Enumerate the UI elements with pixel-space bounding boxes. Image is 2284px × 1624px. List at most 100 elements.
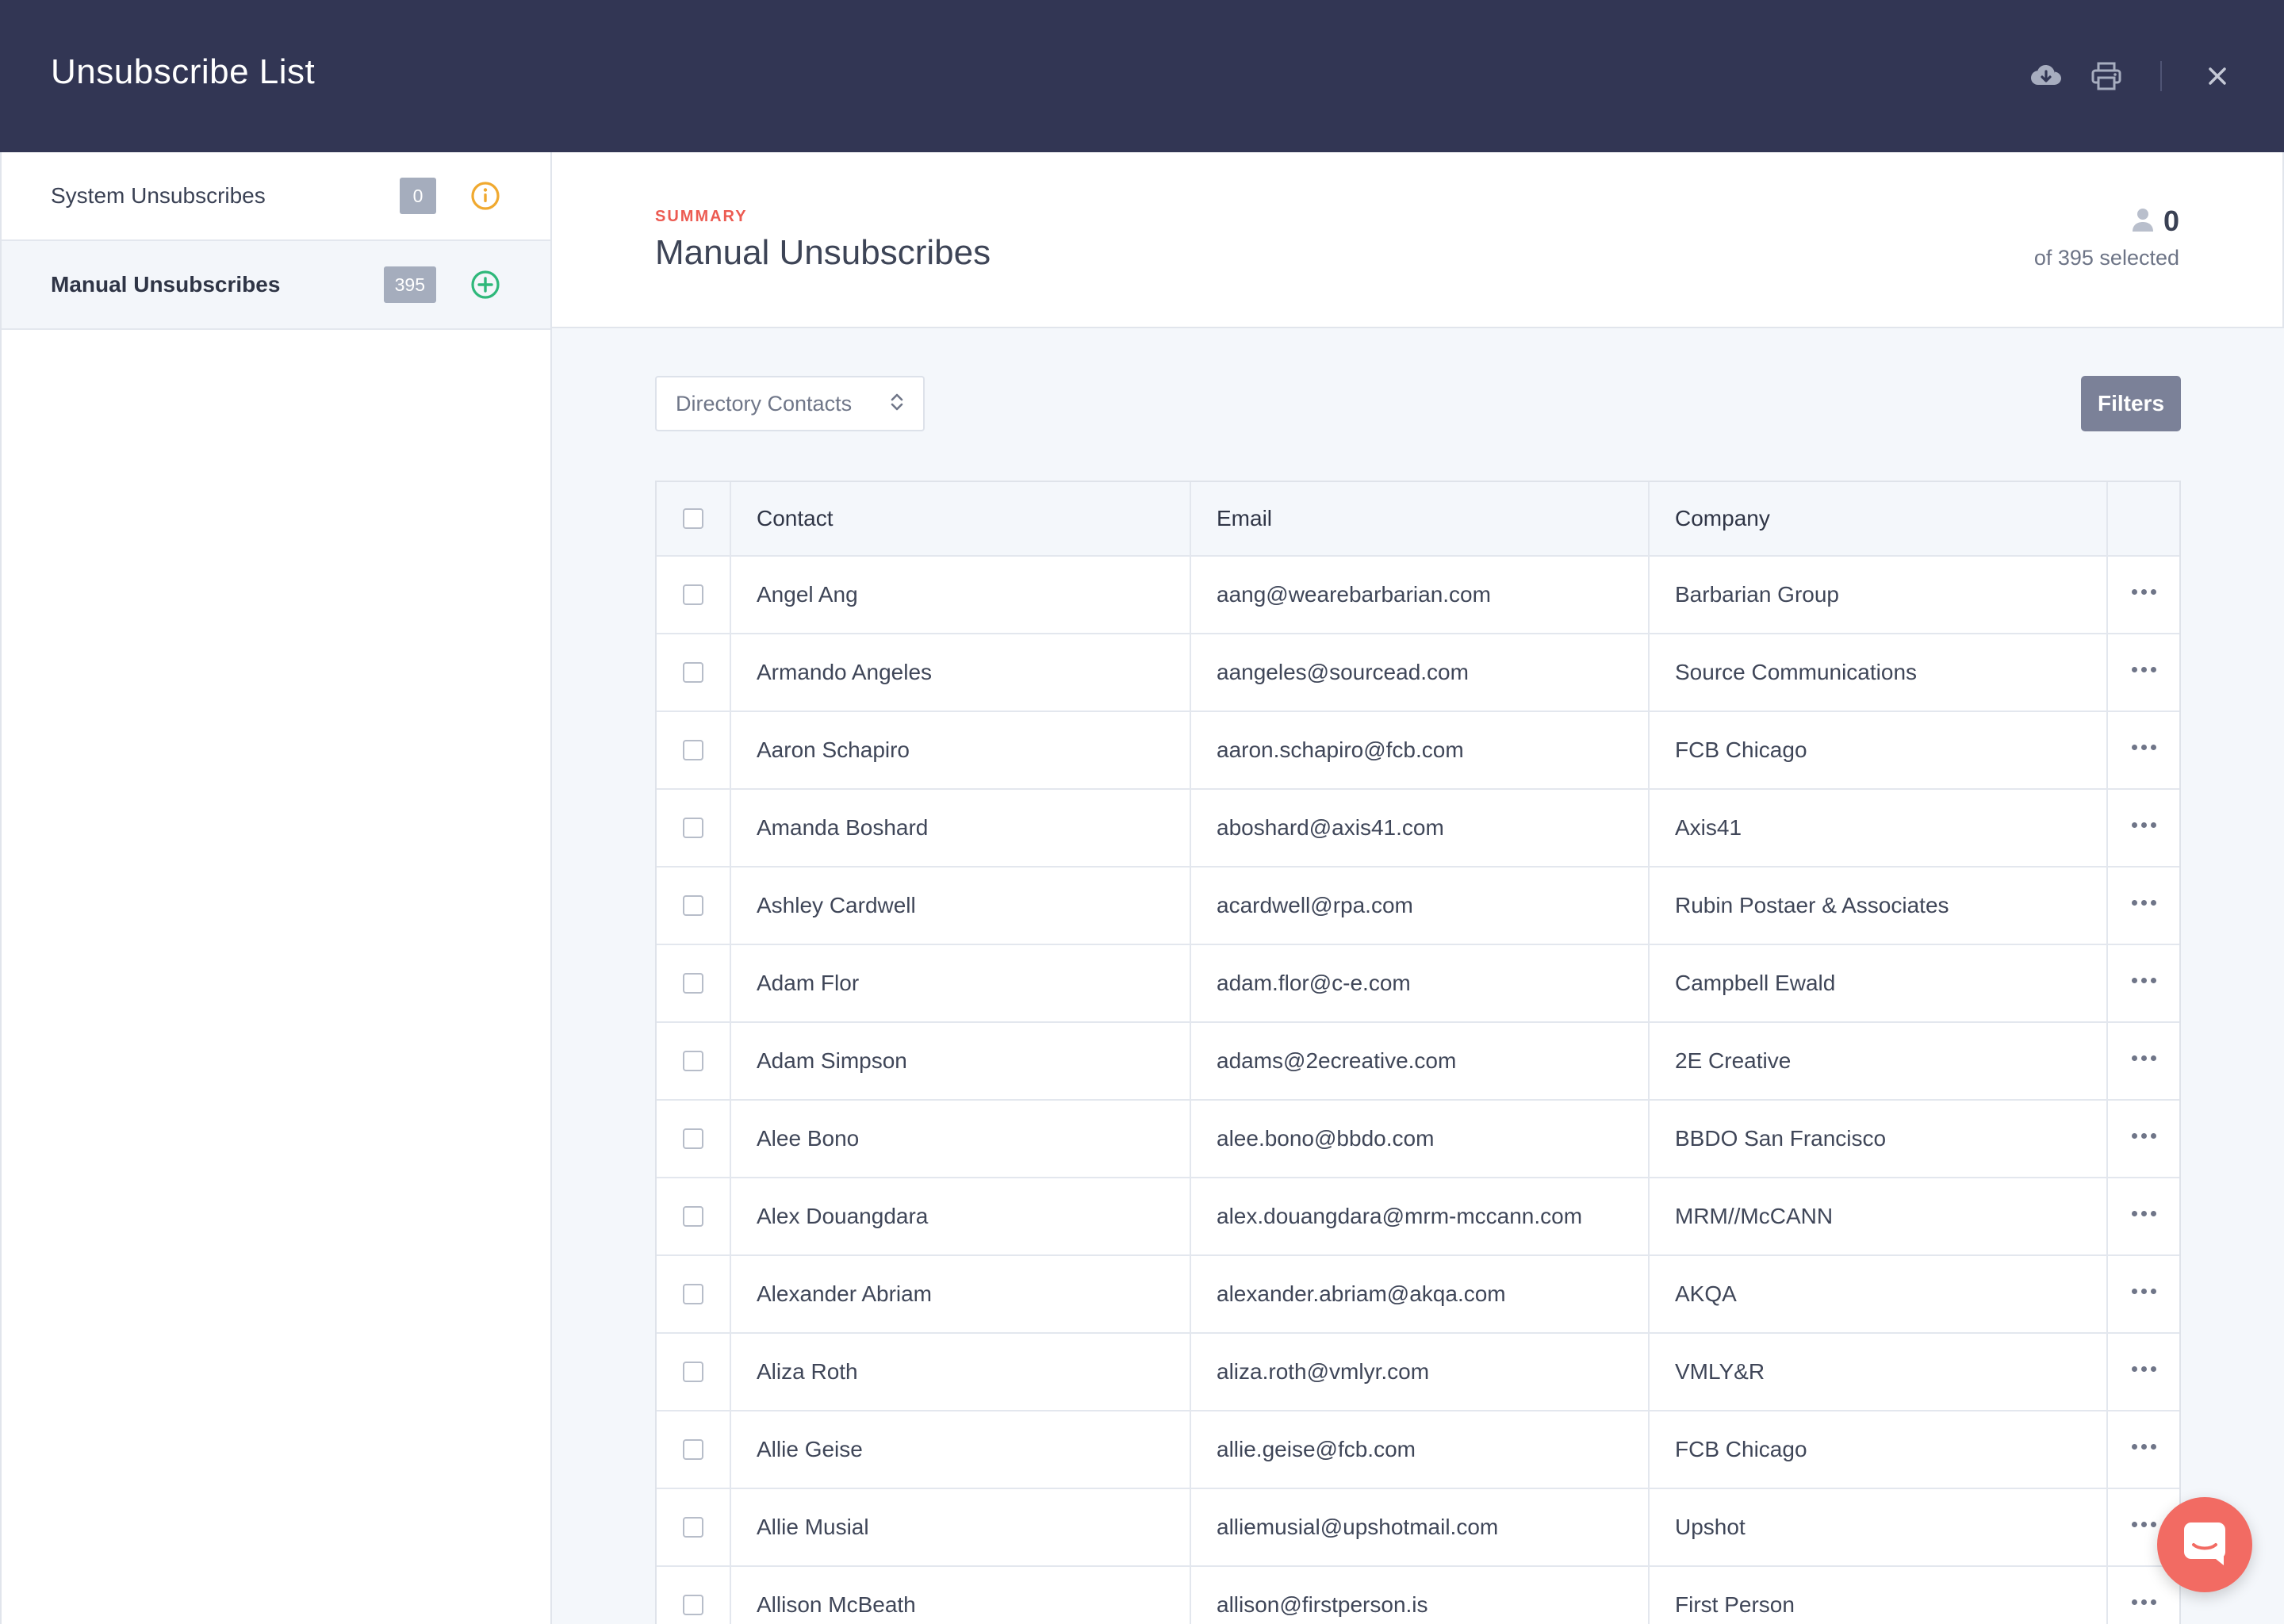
table-row[interactable]: Adam Flor adam.flor@c-e.com Campbell Ewald bbox=[657, 945, 2179, 1023]
user-icon bbox=[2132, 208, 2154, 236]
contact-cell: Alee Bono bbox=[731, 1101, 1191, 1177]
more-options-icon[interactable] bbox=[2131, 822, 2156, 828]
email-cell: allison@firstperson.is bbox=[1191, 1567, 1650, 1624]
close-icon[interactable] bbox=[2198, 57, 2236, 95]
company-cell: 2E Creative bbox=[1650, 1023, 2108, 1099]
table-row[interactable]: Allison McBeath allison@firstperson.is Fir… bbox=[657, 1567, 2179, 1624]
row-checkbox[interactable] bbox=[683, 1595, 703, 1615]
company-cell: Barbarian Group bbox=[1650, 557, 2108, 633]
table-row[interactable]: Allie Musial alliemusial@upshotmail.com Up… bbox=[657, 1489, 2179, 1567]
email-cell: aang@wearebarbarian.com bbox=[1191, 557, 1650, 633]
company-cell: Rubin Postaer & Associates bbox=[1650, 868, 2108, 944]
add-circle-icon[interactable] bbox=[469, 269, 501, 301]
chat-launcher-button[interactable] bbox=[2157, 1497, 2252, 1592]
company-cell: Axis41 bbox=[1650, 790, 2108, 866]
selected-total-text: of 395 selected bbox=[2033, 246, 2179, 270]
company-cell: FCB Chicago bbox=[1650, 712, 2108, 788]
column-header-company[interactable]: Company bbox=[1650, 482, 2108, 555]
top-bar: Unsubscribe List bbox=[0, 0, 2284, 152]
table-toolbar: Directory Contacts Filters bbox=[655, 376, 2181, 431]
table-row[interactable]: Alexander Abriam alexander.abriam@akqa.co… bbox=[657, 1256, 2179, 1334]
table-row[interactable]: Aaron Schapiro aaron.schapiro@fcb.com FCB … bbox=[657, 712, 2179, 790]
more-options-icon[interactable] bbox=[2131, 744, 2156, 750]
email-cell: alexander.abriam@akqa.com bbox=[1191, 1256, 1650, 1332]
table-row[interactable]: Allie Geise allie.geise@fcb.com FCB Chicag… bbox=[657, 1411, 2179, 1489]
company-cell: AKQA bbox=[1650, 1256, 2108, 1332]
row-checkbox[interactable] bbox=[683, 1128, 703, 1149]
table-header-row: Contact Email Company bbox=[657, 482, 2179, 557]
sidebar-item-manual-unsubscribes[interactable]: Manual Unsubscribes 395 bbox=[2, 241, 550, 330]
column-header-contact[interactable]: Contact bbox=[731, 482, 1191, 555]
email-cell: adam.flor@c-e.com bbox=[1191, 945, 1650, 1021]
contact-cell: Adam Simpson bbox=[731, 1023, 1191, 1099]
more-options-icon[interactable] bbox=[2131, 588, 2156, 595]
more-options-icon[interactable] bbox=[2131, 666, 2156, 672]
table-row[interactable]: Amanda Boshard aboshard@axis41.com Axis41 bbox=[657, 790, 2179, 868]
company-cell: FCB Chicago bbox=[1650, 1411, 2108, 1488]
row-checkbox[interactable] bbox=[683, 1362, 703, 1382]
sidebar-item-system-unsubscribes[interactable]: System Unsubscribes 0 bbox=[2, 152, 550, 241]
table-row[interactable]: Armando Angeles aangeles@sourcead.com Sour… bbox=[657, 634, 2179, 712]
chat-icon bbox=[2181, 1519, 2228, 1571]
email-cell: alee.bono@bbdo.com bbox=[1191, 1101, 1650, 1177]
email-cell: aliza.roth@vmlyr.com bbox=[1191, 1334, 1650, 1410]
more-options-icon[interactable] bbox=[2131, 1521, 2156, 1527]
cloud-download-icon[interactable] bbox=[2027, 57, 2065, 95]
more-options-icon[interactable] bbox=[2131, 1288, 2156, 1294]
company-cell: VMLY&R bbox=[1650, 1334, 2108, 1410]
table-row[interactable]: Alee Bono alee.bono@bbdo.com BBDO San Fran… bbox=[657, 1101, 2179, 1178]
select-all-checkbox[interactable] bbox=[683, 508, 703, 529]
contact-source-select[interactable]: Directory Contacts bbox=[655, 376, 925, 431]
row-checkbox[interactable] bbox=[683, 1439, 703, 1460]
table-row[interactable]: Angel Ang aang@wearebarbarian.com Barbaria… bbox=[657, 557, 2179, 634]
company-cell: Source Communications bbox=[1650, 634, 2108, 710]
contact-cell: Allie Geise bbox=[731, 1411, 1191, 1488]
header-actions bbox=[2027, 56, 2236, 97]
count-badge: 0 bbox=[400, 178, 436, 214]
company-cell: Campbell Ewald bbox=[1650, 945, 2108, 1021]
company-cell: First Person bbox=[1650, 1567, 2108, 1624]
contact-cell: Aaron Schapiro bbox=[731, 712, 1191, 788]
email-cell: aangeles@sourcead.com bbox=[1191, 634, 1650, 710]
contact-cell: Amanda Boshard bbox=[731, 790, 1191, 866]
row-checkbox[interactable] bbox=[683, 1517, 703, 1538]
more-options-icon[interactable] bbox=[2131, 977, 2156, 983]
email-cell: aboshard@axis41.com bbox=[1191, 790, 1650, 866]
more-options-icon[interactable] bbox=[2131, 1365, 2156, 1372]
contact-cell: Adam Flor bbox=[731, 945, 1191, 1021]
selected-count: 0 bbox=[2163, 205, 2179, 237]
info-icon[interactable] bbox=[469, 180, 501, 212]
printer-icon[interactable] bbox=[2087, 57, 2125, 95]
sidebar-item-label: Manual Unsubscribes bbox=[51, 272, 281, 297]
more-options-icon[interactable] bbox=[2131, 1443, 2156, 1450]
more-options-icon[interactable] bbox=[2131, 1055, 2156, 1061]
contact-cell: Armando Angeles bbox=[731, 634, 1191, 710]
more-options-icon[interactable] bbox=[2131, 1599, 2156, 1605]
table-row[interactable]: Adam Simpson adams@2ecreative.com 2E Creat… bbox=[657, 1023, 2179, 1101]
contact-cell: Angel Ang bbox=[731, 557, 1191, 633]
count-badge: 395 bbox=[383, 266, 436, 303]
table-row[interactable]: Alex Douangdara alex.douangdara@mrm-mccan… bbox=[657, 1178, 2179, 1256]
table-row[interactable]: Ashley Cardwell acardwell@rpa.com Rubin Po… bbox=[657, 868, 2179, 945]
header-divider bbox=[2160, 61, 2162, 91]
summary-eyebrow: SUMMARY bbox=[655, 208, 748, 225]
company-cell: BBDO San Francisco bbox=[1650, 1101, 2108, 1177]
row-checkbox[interactable] bbox=[683, 584, 703, 605]
more-options-icon[interactable] bbox=[2131, 1210, 2156, 1216]
company-cell: MRM//McCANN bbox=[1650, 1178, 2108, 1254]
row-checkbox[interactable] bbox=[683, 818, 703, 838]
more-options-icon[interactable] bbox=[2131, 899, 2156, 906]
row-checkbox[interactable] bbox=[683, 740, 703, 760]
row-checkbox[interactable] bbox=[683, 1284, 703, 1304]
row-checkbox[interactable] bbox=[683, 895, 703, 916]
row-checkbox[interactable] bbox=[683, 1206, 703, 1227]
table-row[interactable]: Aliza Roth aliza.roth@vmlyr.com VMLY&R bbox=[657, 1334, 2179, 1411]
contact-source-value: Directory Contacts bbox=[676, 391, 853, 416]
more-options-icon[interactable] bbox=[2131, 1132, 2156, 1139]
row-checkbox[interactable] bbox=[683, 973, 703, 994]
row-checkbox[interactable] bbox=[683, 662, 703, 683]
column-header-email[interactable]: Email bbox=[1191, 482, 1650, 555]
contact-cell: Ashley Cardwell bbox=[731, 868, 1191, 944]
row-checkbox[interactable] bbox=[683, 1051, 703, 1071]
filters-button[interactable]: Filters bbox=[2081, 376, 2181, 431]
